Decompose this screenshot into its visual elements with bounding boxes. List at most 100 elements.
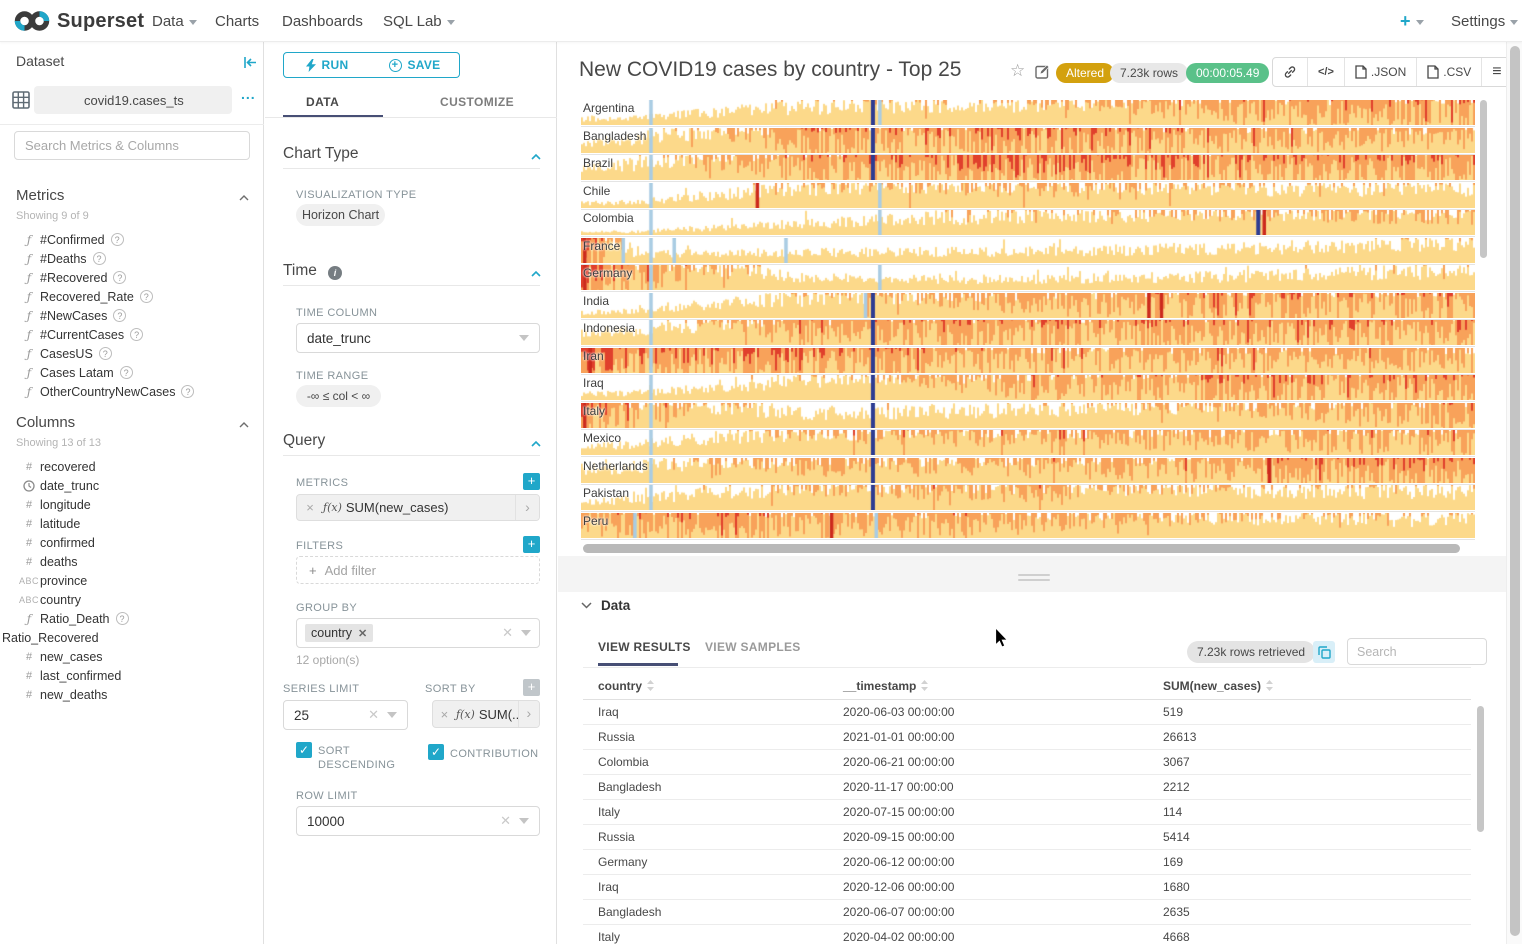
drag-handle[interactable] (1018, 579, 1050, 581)
sort-descending-checkbox[interactable]: ✓ (296, 742, 312, 758)
series-limit-select[interactable]: 25 ✕ (283, 700, 408, 730)
chevron-up-icon[interactable] (531, 152, 541, 162)
clear-icon[interactable]: ✕ (500, 813, 511, 829)
horizon-row[interactable]: Argentina (581, 100, 1475, 127)
clear-icon[interactable]: ✕ (502, 625, 513, 641)
metric-item[interactable]: ƒCasesUS? (0, 344, 264, 363)
table-row[interactable]: Germany2020-06-12 00:00:00169 (583, 850, 1471, 875)
run-button[interactable]: RUN (283, 52, 371, 78)
nav-sqllab[interactable]: SQL Lab (383, 0, 455, 42)
nav-data[interactable]: Data (152, 0, 197, 42)
table-row[interactable]: Russia2021-01-01 00:00:0026613 (583, 725, 1471, 750)
horizon-row[interactable]: India (581, 293, 1475, 320)
horizon-row[interactable]: Netherlands (581, 458, 1475, 485)
table-row[interactable]: Bangladesh2020-06-07 00:00:002635 (583, 900, 1471, 925)
metric-pill[interactable]: × ƒ(x) SUM(new_cases) › (296, 494, 540, 521)
altered-badge[interactable]: Altered (1056, 63, 1114, 83)
horizon-row[interactable]: Brazil (581, 155, 1475, 182)
metric-item[interactable]: ƒ#Deaths? (0, 249, 264, 268)
column-item[interactable]: ƒRatio_Death? (0, 609, 264, 628)
metric-item[interactable]: ƒ#NewCases? (0, 306, 264, 325)
row-limit-select[interactable]: 10000 ✕ (296, 806, 540, 836)
table-row[interactable]: Colombia2020-06-21 00:00:003067 (583, 750, 1471, 775)
column-item[interactable]: #longitude (0, 495, 264, 514)
chart-hscrollbar[interactable] (583, 544, 1460, 553)
horizon-row[interactable]: Germany (581, 265, 1475, 292)
horizon-row[interactable]: Mexico (581, 430, 1475, 457)
time-range-value[interactable]: -∞ ≤ col < ∞ (296, 385, 381, 407)
sort-by-pill[interactable]: × ƒ(x) SUM(... › (432, 700, 540, 728)
search-metrics-input[interactable] (14, 131, 250, 160)
visualization-type-value[interactable]: Horizon Chart (296, 204, 385, 226)
copy-link-button[interactable] (1273, 58, 1308, 86)
horizon-row[interactable]: France (581, 238, 1475, 265)
table-row[interactable]: Iraq2020-06-03 00:00:00519 (583, 700, 1471, 725)
column-header-metric[interactable]: SUM(new_cases) (1148, 679, 1471, 694)
clear-icon[interactable]: ✕ (368, 707, 379, 723)
column-item[interactable]: ABCcountry (0, 590, 264, 609)
column-item[interactable]: ABCprovince (0, 571, 264, 590)
chart-vscrollbar[interactable] (1480, 100, 1487, 258)
tab-view-results[interactable]: VIEW RESULTS (598, 640, 691, 654)
nav-charts[interactable]: Charts (215, 0, 259, 42)
copy-data-button[interactable] (1313, 641, 1335, 663)
horizon-row[interactable]: Colombia (581, 210, 1475, 237)
horizon-row[interactable]: Italy (581, 403, 1475, 430)
dataset-more-menu[interactable]: ... (241, 86, 256, 102)
column-header-timestamp[interactable]: __timestamp (828, 679, 1148, 694)
horizon-row[interactable]: Peru (581, 513, 1475, 540)
add-sort-button[interactable]: + (523, 679, 540, 696)
horizon-row[interactable]: Iraq (581, 375, 1475, 402)
chevron-up-icon[interactable] (239, 193, 249, 203)
metric-item[interactable]: ƒOtherCountryNewCases? (0, 382, 264, 401)
nav-dashboards[interactable]: Dashboards (282, 0, 363, 42)
settings-menu[interactable]: Settings (1451, 0, 1518, 42)
add-metric-button[interactable]: + (523, 473, 540, 490)
chevron-right-icon[interactable]: › (515, 495, 539, 520)
query-section-header[interactable]: Query (283, 432, 325, 450)
remove-metric-icon[interactable]: × (433, 707, 456, 722)
horizon-row[interactable]: Chile (581, 183, 1475, 210)
horizon-row[interactable]: Iran (581, 348, 1475, 375)
tab-customize[interactable]: CUSTOMIZE (440, 86, 514, 118)
export-csv-button[interactable]: .CSV (1417, 58, 1482, 86)
column-item[interactable]: #last_confirmed (0, 666, 264, 685)
chart-title[interactable]: New COVID19 cases by country - Top 25 (579, 58, 961, 82)
column-item[interactable]: date_trunc (0, 476, 264, 495)
column-item[interactable]: #recovered (0, 457, 264, 476)
page-scrollbar[interactable] (1506, 42, 1522, 944)
tab-view-samples[interactable]: VIEW SAMPLES (705, 640, 801, 654)
table-vscrollbar[interactable] (1477, 706, 1484, 832)
remove-tag-icon[interactable]: ✕ (358, 627, 367, 640)
add-filter-dropzone[interactable]: +Add filter (296, 556, 540, 584)
column-item[interactable]: #new_cases (0, 647, 264, 666)
columns-section-header[interactable]: Columns (16, 414, 75, 432)
favorite-star-icon[interactable]: ☆ (1010, 61, 1025, 81)
metric-item[interactable]: ƒ#Recovered? (0, 268, 264, 287)
metric-item[interactable]: ƒ#Confirmed? (0, 230, 264, 249)
export-json-button[interactable]: .JSON (1345, 58, 1417, 86)
horizon-row[interactable]: Bangladesh (581, 128, 1475, 155)
tab-data[interactable]: DATA (306, 86, 339, 118)
metric-item[interactable]: ƒRecovered_Rate? (0, 287, 264, 306)
collapse-panel-icon[interactable] (243, 55, 258, 70)
results-search-input[interactable] (1347, 638, 1487, 665)
metric-item[interactable]: ƒ#CurrentCases? (0, 325, 264, 344)
new-item-button[interactable]: + (1400, 0, 1424, 42)
chevron-up-icon[interactable] (531, 269, 541, 279)
add-filter-button[interactable]: + (523, 536, 540, 553)
data-panel-toggle[interactable]: Data (581, 598, 630, 613)
table-row[interactable]: Iraq2020-12-06 00:00:001680 (583, 875, 1471, 900)
metric-item[interactable]: ƒCases Latam? (0, 363, 264, 382)
column-item[interactable]: Ratio_Recovered (0, 628, 264, 647)
group-by-select[interactable]: country ✕ ✕ (296, 618, 540, 648)
dataset-name[interactable]: covid19.cases_ts (34, 86, 232, 114)
embed-code-button[interactable]: </> (1308, 58, 1345, 86)
chevron-right-icon[interactable]: › (518, 701, 539, 727)
drag-handle[interactable] (1018, 574, 1050, 576)
save-button[interactable]: + SAVE (370, 52, 460, 78)
table-row[interactable]: Russia2020-09-15 00:00:005414 (583, 825, 1471, 850)
edit-title-icon[interactable] (1035, 64, 1050, 79)
table-row[interactable]: Italy2020-04-02 00:00:004668 (583, 925, 1471, 944)
column-header-country[interactable]: country (583, 679, 828, 694)
